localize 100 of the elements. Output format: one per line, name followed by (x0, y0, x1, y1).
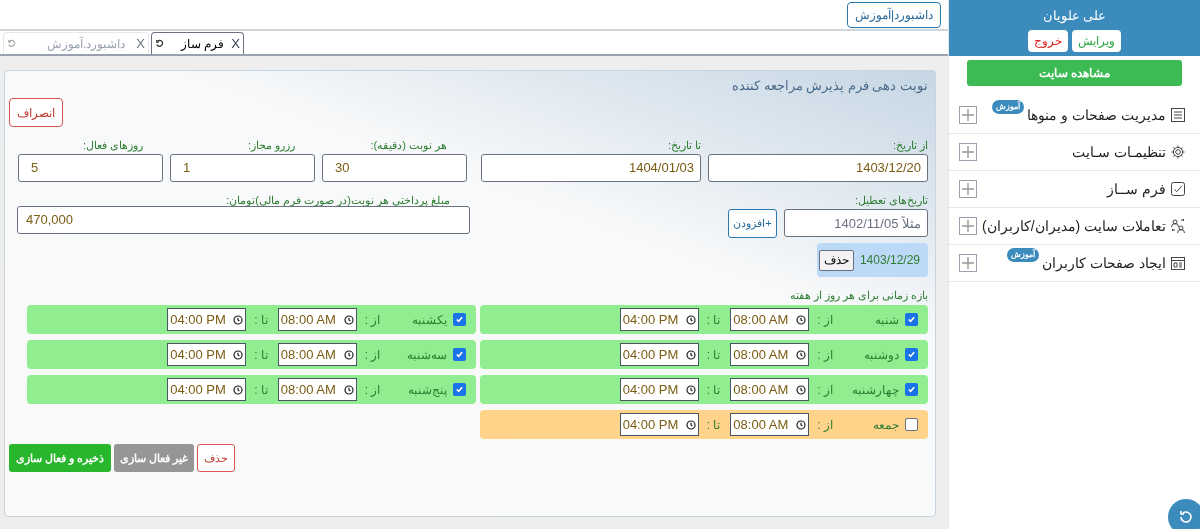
checkbox[interactable] (905, 348, 918, 361)
from-label: از : (817, 311, 833, 329)
checkbox[interactable] (905, 383, 918, 396)
from-label: از : (364, 346, 381, 364)
to-label: تا : (254, 381, 268, 399)
dashboard-button[interactable]: داشبورد|آموزش (846, 2, 941, 28)
expand-icon[interactable] (959, 106, 977, 124)
expand-icon[interactable] (959, 143, 977, 161)
expand-icon[interactable] (959, 180, 977, 198)
tutorial-badge: آموزش (992, 100, 1025, 114)
field-label: روزهای فعال: (81, 139, 144, 152)
time-field[interactable]: 04:00 PM (167, 378, 247, 401)
clock-icon[interactable] (233, 349, 244, 360)
close-button[interactable]: X (231, 33, 241, 54)
time-field[interactable]: 04:00 PM (619, 378, 699, 401)
users-icon (1170, 218, 1186, 234)
day-label: سه‌شنبه (405, 346, 447, 364)
text-field[interactable]: 470,000 (17, 206, 470, 234)
refresh-button[interactable] (1168, 499, 1200, 529)
text-field[interactable]: 30 (322, 154, 467, 182)
clock-icon[interactable] (796, 314, 807, 325)
day-label: شنبه (874, 311, 899, 329)
time-field[interactable]: 04:00 PM (619, 343, 699, 366)
time-field[interactable]: 08:00 AM (730, 413, 810, 436)
clock-icon[interactable] (685, 419, 696, 430)
sidebar-item[interactable]: تعاملات سایت (مدیران/کاربران) (949, 208, 1200, 245)
holiday-date: 1403/12/29 (859, 252, 920, 269)
add-button[interactable]: +افزودن (728, 209, 777, 238)
sidebar-label: ایجاد صفحات کاربران (1042, 253, 1166, 274)
sidebar-label: مدیریت صفحات و منوها (1027, 105, 1166, 126)
from-label: از : (817, 416, 833, 434)
text-field[interactable]: 5 (18, 154, 163, 182)
expand-icon[interactable] (959, 217, 977, 235)
time-field[interactable]: 08:00 AM (277, 308, 357, 331)
checkbox-icon (1170, 181, 1186, 197)
check-icon (907, 350, 916, 359)
text-field[interactable]: 1404/01/03 (481, 154, 701, 182)
to-label: تا : (254, 346, 268, 364)
clock-icon[interactable] (343, 384, 354, 395)
check-icon (454, 315, 464, 324)
clock-icon[interactable] (685, 384, 696, 395)
clock-icon[interactable] (343, 314, 354, 325)
time-field[interactable]: 04:00 PM (619, 308, 699, 331)
tutorial-badge: آموزش (1007, 248, 1040, 262)
checkbox[interactable] (905, 418, 918, 431)
sidebar-item[interactable]: تنظیمـات سـایت (949, 134, 1200, 171)
checkbox[interactable] (452, 348, 466, 361)
sidebar-item[interactable]: مدیریت صفحات و منوها آموزش (949, 97, 1200, 134)
from-label: از : (817, 381, 833, 399)
time-field[interactable]: 04:00 PM (167, 308, 247, 331)
list-icon (1170, 107, 1186, 123)
cancel-button[interactable]: انصراف (9, 98, 63, 127)
clock-icon[interactable] (796, 349, 807, 360)
sidebar-label: فرم ســاز (1107, 179, 1166, 200)
time-field[interactable]: 08:00 AM (277, 343, 357, 366)
checkbox[interactable] (452, 383, 466, 396)
text-field[interactable]: 1403/12/20 (708, 154, 928, 182)
delete-button[interactable]: حذف (818, 249, 854, 271)
expand-icon[interactable] (959, 254, 977, 272)
tab-label: داشبورد.آموزش (47, 35, 126, 53)
sidebar-label: تعاملات سایت (مدیران/کاربران) (982, 216, 1166, 237)
field-label: از تاریخ: (891, 139, 928, 152)
text-field[interactable]: 1 (170, 154, 315, 182)
from-label: از : (817, 346, 833, 364)
clock-icon[interactable] (685, 314, 696, 325)
clock-icon[interactable] (796, 419, 807, 430)
to-label: تا : (254, 311, 268, 329)
delete-button[interactable]: حذف (197, 444, 236, 472)
time-field[interactable]: 08:00 AM (730, 378, 810, 401)
checkbox[interactable] (452, 313, 466, 326)
to-label: تا : (706, 381, 721, 399)
section-label: بازه زمانی برای هر روز از هفته (788, 288, 928, 301)
date-input-field[interactable]: مثلاً 1402/11/05 (784, 209, 928, 237)
time-field[interactable]: 08:00 AM (277, 378, 357, 401)
clock-icon[interactable] (233, 314, 244, 325)
settings-icon (1170, 144, 1186, 160)
checkbox[interactable] (905, 313, 918, 326)
close-button[interactable]: X (136, 33, 145, 54)
check-icon (907, 315, 916, 324)
time-field[interactable]: 04:00 PM (167, 343, 247, 366)
clock-icon[interactable] (233, 384, 244, 395)
logout-button[interactable]: خروج (1028, 29, 1068, 52)
day-label: چهارشنبه (851, 381, 899, 399)
clock-icon[interactable] (343, 349, 354, 360)
time-field[interactable]: 04:00 PM (619, 413, 699, 436)
refresh-icon (1178, 509, 1194, 525)
refresh-icon[interactable] (155, 39, 164, 48)
day-label: یکشنبه (410, 311, 447, 329)
field-label: هر نوبت (دقیقه): (369, 139, 448, 152)
from-label: از : (364, 311, 381, 329)
sidebar-item[interactable]: فرم ســاز (949, 171, 1200, 208)
day-label: پنج‌شنبه (406, 381, 447, 399)
form-title: نوبت دهی فرم پذیرش مراجعه کننده (730, 77, 928, 96)
tab-label: فرم ساز (181, 35, 225, 53)
sidebar-item[interactable]: ایجاد صفحات کاربران آموزش (949, 245, 1200, 282)
time-field[interactable]: 08:00 AM (730, 308, 810, 331)
time-field[interactable]: 08:00 AM (730, 343, 810, 366)
clock-icon[interactable] (796, 384, 807, 395)
user-name: علی علویان (1042, 7, 1107, 26)
clock-icon[interactable] (685, 349, 696, 360)
